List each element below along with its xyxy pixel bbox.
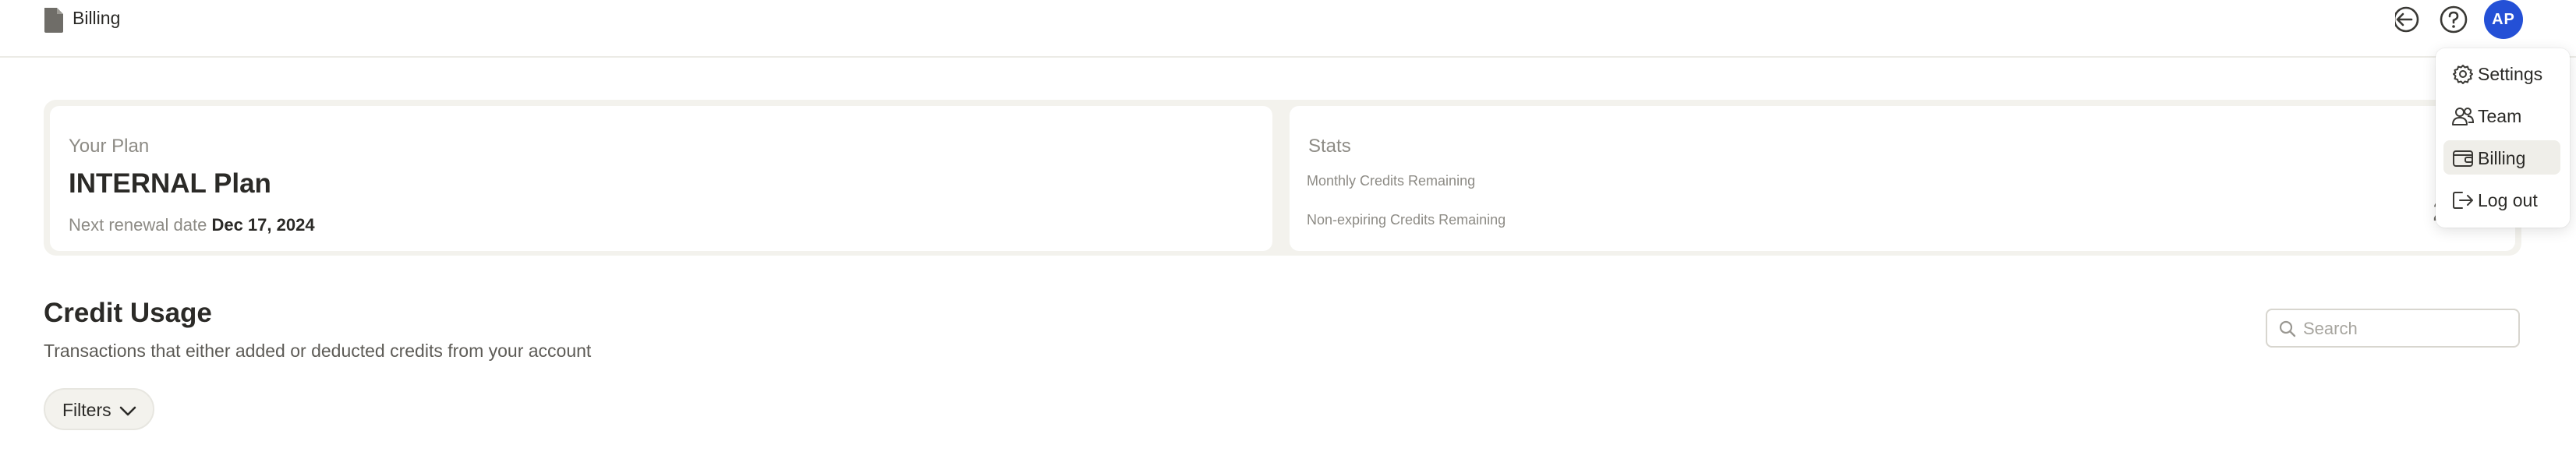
filters-button[interactable]: Filters: [44, 388, 154, 430]
user-avatar[interactable]: AP: [2484, 0, 2523, 39]
monthly-credits-label: Monthly Credits Remaining: [1307, 173, 1476, 189]
page-title: Billing: [73, 8, 121, 28]
plan-label: Your Plan: [69, 136, 150, 157]
help-icon[interactable]: [2438, 4, 2469, 35]
plan-name: INTERNAL Plan: [69, 168, 271, 199]
plan-card: Your Plan INTERNAL Plan Next renewal dat…: [50, 106, 1272, 251]
wallet-icon: [2453, 150, 2473, 167]
menu-item-team[interactable]: Team: [2443, 98, 2560, 132]
stats-card: Stats Monthly Credits Remaining Non-expi…: [1290, 106, 2515, 251]
avatar-initials: AP: [2492, 10, 2515, 28]
top-bar: Billing AP: [0, 0, 2576, 58]
search-box[interactable]: [2266, 309, 2520, 348]
renewal-info: Next renewal date Dec 17, 2024: [69, 215, 315, 235]
menu-item-label: Log out: [2478, 190, 2538, 210]
renewal-label: Next renewal date: [69, 215, 207, 235]
document-icon: [44, 8, 63, 33]
menu-item-label: Billing: [2478, 148, 2526, 168]
menu-item-label: Settings: [2478, 64, 2543, 84]
menu-item-settings[interactable]: Settings: [2443, 56, 2560, 90]
chevron-down-icon: [119, 406, 136, 416]
menu-item-logout[interactable]: Log out: [2443, 182, 2560, 217]
logout-icon: [2453, 192, 2473, 209]
menu-item-label: Team: [2478, 106, 2522, 126]
credit-usage-subtitle: Transactions that either added or deduct…: [44, 341, 592, 361]
menu-item-billing[interactable]: Billing: [2443, 140, 2560, 175]
plan-stats-panel: Your Plan INTERNAL Plan Next renewal dat…: [44, 100, 2521, 256]
gear-icon: [2453, 65, 2473, 84]
renewal-date: Dec 17, 2024: [211, 215, 315, 235]
nonexpiring-credits-label: Non-expiring Credits Remaining: [1307, 212, 1506, 228]
search-input[interactable]: [2302, 315, 2515, 343]
credit-usage-title: Credit Usage: [44, 298, 212, 328]
user-menu: Settings Team Billing Log out: [2436, 48, 2570, 228]
filters-label: Filters: [62, 400, 111, 420]
search-icon: [2279, 320, 2296, 337]
users-icon: [2452, 108, 2475, 125]
collapse-back-icon[interactable]: [2390, 4, 2422, 35]
stats-label: Stats: [1308, 136, 1351, 157]
